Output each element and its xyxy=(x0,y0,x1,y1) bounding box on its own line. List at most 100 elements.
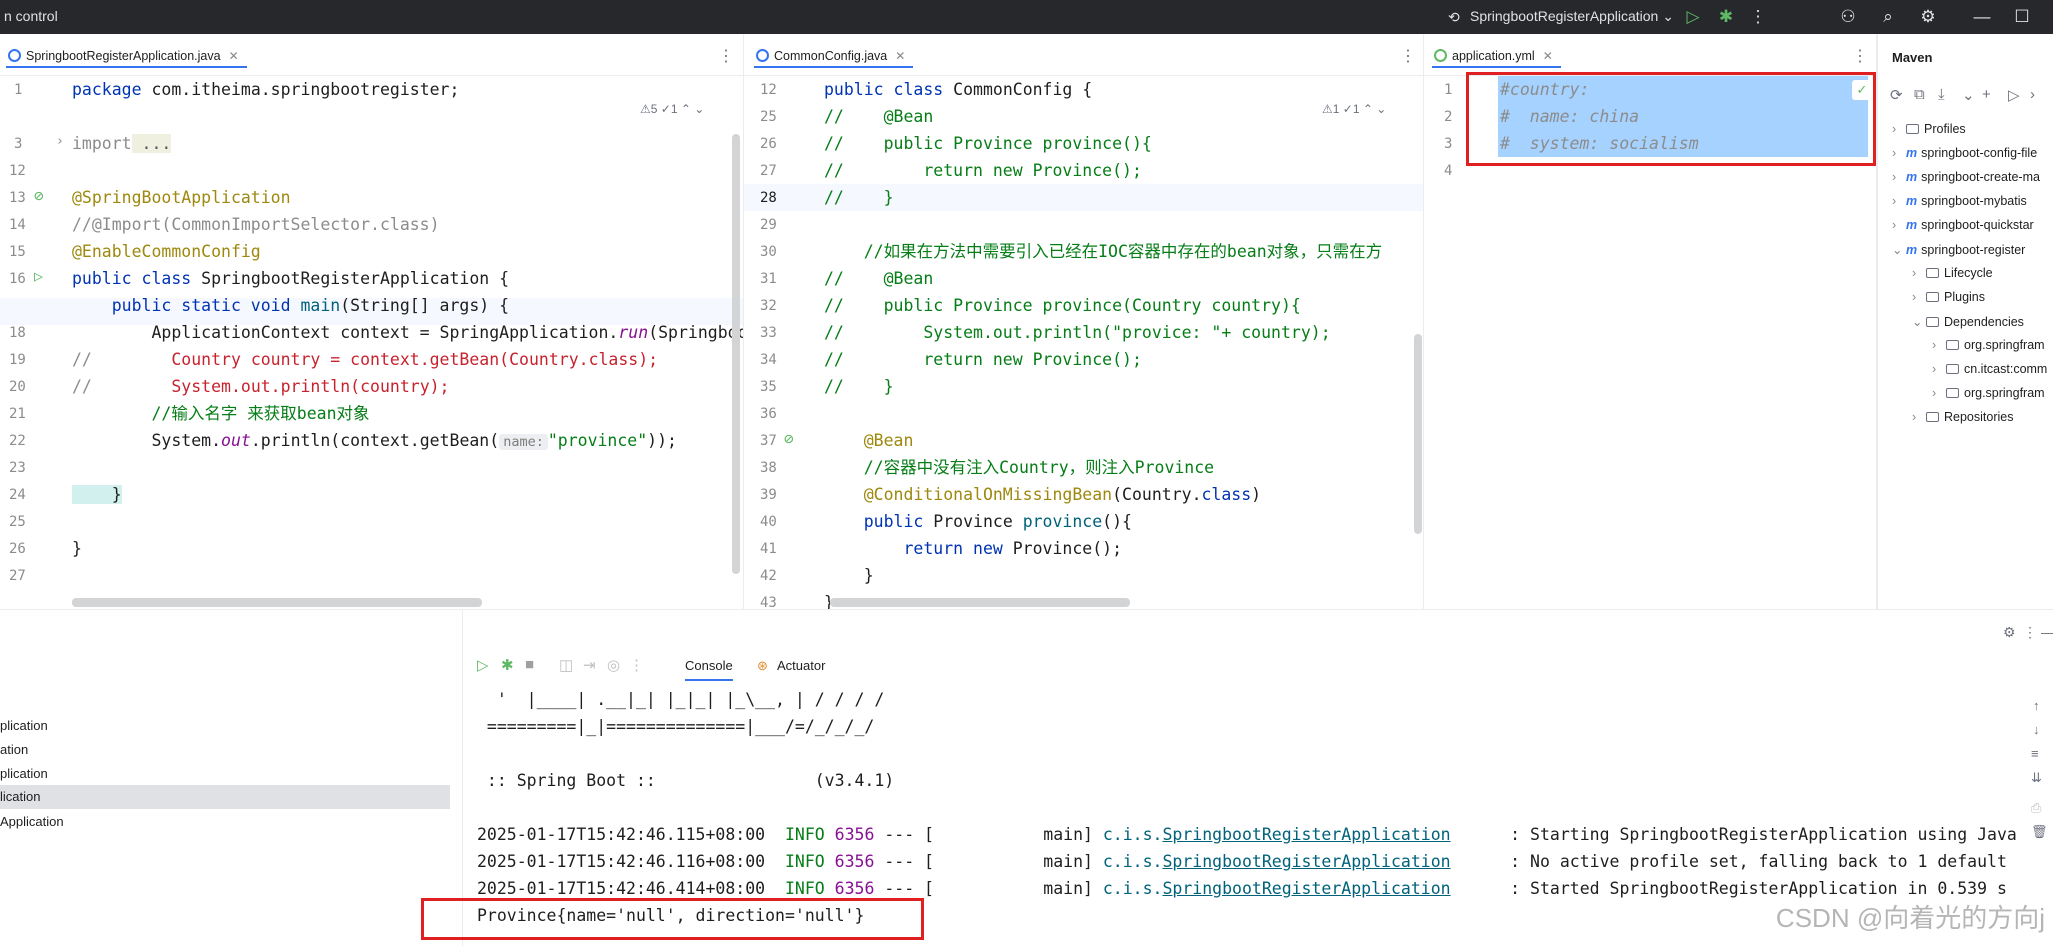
run-list-item[interactable]: ation xyxy=(0,742,28,757)
debug-icon[interactable]: ✱ xyxy=(501,656,514,674)
library-icon xyxy=(1946,364,1959,374)
run-configuration-label: SpringbootRegisterApplication xyxy=(1470,8,1659,24)
chevron-down-icon[interactable]: ⌄ xyxy=(1912,314,1926,329)
run-list-item[interactable]: lication xyxy=(0,785,450,809)
line-gutter: 1 3 12 13 14 15 16 17 18 19 20 21 22 23 … xyxy=(9,82,64,584)
scroll-to-end-icon[interactable]: ⇊ xyxy=(2031,770,2042,786)
close-icon[interactable]: ✕ xyxy=(229,49,239,63)
code-area[interactable]: public class CommonConfig { // @Bean // … xyxy=(824,76,1414,609)
editor-tabbar: CommonConfig.java ✕ ⋮ xyxy=(744,34,1423,76)
more-icon[interactable]: ⋮ xyxy=(629,656,644,674)
search-icon[interactable]: ⌕ xyxy=(1876,5,1900,29)
scroll-up-icon[interactable]: ↑ xyxy=(2033,698,2040,713)
close-icon[interactable]: ✕ xyxy=(895,49,905,63)
chevron-right-icon[interactable]: › xyxy=(1892,218,1906,232)
bean-gutter-icon[interactable]: ⊘ xyxy=(784,429,794,448)
download-icon[interactable]: ⤓ xyxy=(1938,86,1945,103)
chevron-right-icon[interactable]: › xyxy=(1912,410,1926,424)
chevron-right-icon[interactable]: › xyxy=(1892,146,1906,160)
maven-module-icon: m xyxy=(1906,146,1918,160)
tab-application-yml[interactable]: application.yml ✕ xyxy=(1432,44,1561,68)
chevron-down-icon[interactable]: ⌄ xyxy=(1962,86,1975,104)
code-area[interactable]: package com.itheima.springbootregister; … xyxy=(72,76,743,609)
add-user-icon[interactable]: ⚇ xyxy=(1836,5,1860,29)
chevron-right-icon[interactable]: › xyxy=(1932,338,1946,352)
debug-icon[interactable]: ✱ xyxy=(1714,5,1738,29)
maven-tree-item[interactable]: › cn.itcast:comm xyxy=(1932,362,2047,376)
chevron-right-icon[interactable]: › xyxy=(2030,86,2035,103)
maven-tree-item[interactable]: › org.springfram xyxy=(1932,386,2045,400)
run-icon[interactable]: ▷ xyxy=(2008,86,2020,104)
actuator-icon: ⊛ xyxy=(757,658,768,673)
chevron-right-icon[interactable]: › xyxy=(1932,386,1946,400)
tab-options-icon[interactable]: ⋮ xyxy=(1852,46,1868,66)
maven-tree-item[interactable]: › m springboot-mybatis xyxy=(1892,194,2027,208)
tab-springboot-register-application[interactable]: SpringbootRegisterApplication.java ✕ xyxy=(6,44,247,68)
maven-tree-item[interactable]: › Repositories xyxy=(1912,410,2013,424)
run-gutter-icon[interactable]: ▷ xyxy=(34,267,43,285)
run-list-item[interactable]: Application xyxy=(0,814,64,829)
horizontal-scrollbar[interactable] xyxy=(72,598,482,607)
maven-tree-item[interactable]: › Profiles xyxy=(1892,122,1966,136)
run-list-item[interactable]: plication xyxy=(0,766,48,781)
maven-tree-label: org.springfram xyxy=(1964,386,2045,400)
minimize-icon[interactable]: — xyxy=(2041,624,2053,640)
reload-icon[interactable]: ⟳ xyxy=(1890,86,1903,104)
fold-chevron-icon[interactable]: › xyxy=(56,134,64,149)
tab-actuator[interactable]: Actuator xyxy=(777,658,825,673)
inspection-widget[interactable]: ⚠1 ✓1 ⌃ ⌄ xyxy=(1322,102,1386,116)
title-menu-text[interactable]: n control xyxy=(4,8,58,24)
maven-tree-item[interactable]: › org.springfram xyxy=(1932,338,2045,352)
folder-icon xyxy=(1926,292,1939,302)
scroll-down-icon[interactable]: ↓ xyxy=(2033,722,2040,737)
tab-commonconfig[interactable]: CommonConfig.java ✕ xyxy=(754,44,914,68)
run-icon[interactable]: ▷ xyxy=(1681,5,1705,29)
chevron-right-icon[interactable]: › xyxy=(1892,194,1906,208)
settings-gear-icon[interactable]: ⚙ xyxy=(1916,5,1940,29)
settings-icon[interactable]: ⚙ xyxy=(2003,624,2016,641)
tab-label: SpringbootRegisterApplication.java xyxy=(26,49,221,63)
maven-tree-item[interactable]: › m springboot-create-ma xyxy=(1892,170,2040,184)
chevron-right-icon[interactable]: › xyxy=(1912,290,1926,304)
vertical-scrollbar[interactable] xyxy=(732,134,740,574)
exit-icon[interactable]: ⇥ xyxy=(583,656,596,674)
clear-icon[interactable]: 🗑 xyxy=(2031,824,2048,840)
tab-console[interactable]: Console xyxy=(685,658,733,681)
horizontal-scrollbar[interactable] xyxy=(830,598,1130,607)
bean-gutter-icon[interactable]: ⊘ xyxy=(34,186,44,205)
tab-options-icon[interactable]: ⋮ xyxy=(1400,46,1416,66)
log-line: 2025-01-17T15:42:46.414+08:00 INFO 6356 … xyxy=(477,879,2007,898)
soft-wrap-icon[interactable]: ≡ xyxy=(2031,746,2039,761)
run-list-item[interactable]: plication xyxy=(0,718,48,733)
coverage-icon[interactable]: ◎ xyxy=(607,656,620,674)
add-icon[interactable]: + xyxy=(1982,86,1991,103)
vertical-scrollbar[interactable] xyxy=(1414,334,1422,534)
maven-tree-item[interactable]: › m springboot-quickstar xyxy=(1892,218,2034,232)
maven-title: Maven xyxy=(1892,50,1933,65)
maven-tree-item[interactable]: › Lifecycle xyxy=(1912,266,1993,280)
chevron-right-icon[interactable]: › xyxy=(1892,122,1906,136)
rerun-icon[interactable]: ▷ xyxy=(477,656,489,674)
maven-tree-item[interactable]: › Plugins xyxy=(1912,290,1985,304)
generate-sources-icon[interactable]: ⧉ xyxy=(1914,86,1925,103)
tab-options-icon[interactable]: ⋮ xyxy=(718,46,734,66)
chevron-right-icon[interactable]: › xyxy=(1892,170,1906,184)
minimize-icon[interactable]: — xyxy=(1970,5,1994,29)
camera-icon[interactable]: ◫ xyxy=(559,656,573,674)
close-icon[interactable]: ✕ xyxy=(1543,49,1553,63)
print-icon[interactable]: ⎙ xyxy=(2031,800,2041,816)
maven-tree-item[interactable]: ⌄ m springboot-register xyxy=(1892,242,2025,257)
more-icon[interactable]: ⋮ xyxy=(1746,5,1770,29)
chevron-down-icon[interactable]: ⌄ xyxy=(1892,242,1906,257)
maven-tree-item[interactable]: ⌄ Dependencies xyxy=(1912,314,2024,329)
more-icon[interactable]: ⋮ xyxy=(2023,624,2037,641)
stop-icon[interactable]: ■ xyxy=(525,656,534,673)
folder-icon xyxy=(1906,124,1919,134)
maximize-icon[interactable]: ☐ xyxy=(2010,5,2034,29)
run-configuration-selector[interactable]: SpringbootRegisterApplication ⌄ xyxy=(1470,8,1674,25)
chevron-right-icon[interactable]: › xyxy=(1912,266,1926,280)
maven-tree-item[interactable]: › m springboot-config-file xyxy=(1892,146,2037,160)
chevron-right-icon[interactable]: › xyxy=(1932,362,1946,376)
inspection-widget[interactable]: ⚠5 ✓1 ⌃ ⌄ xyxy=(640,102,704,116)
java-class-icon xyxy=(756,49,769,62)
